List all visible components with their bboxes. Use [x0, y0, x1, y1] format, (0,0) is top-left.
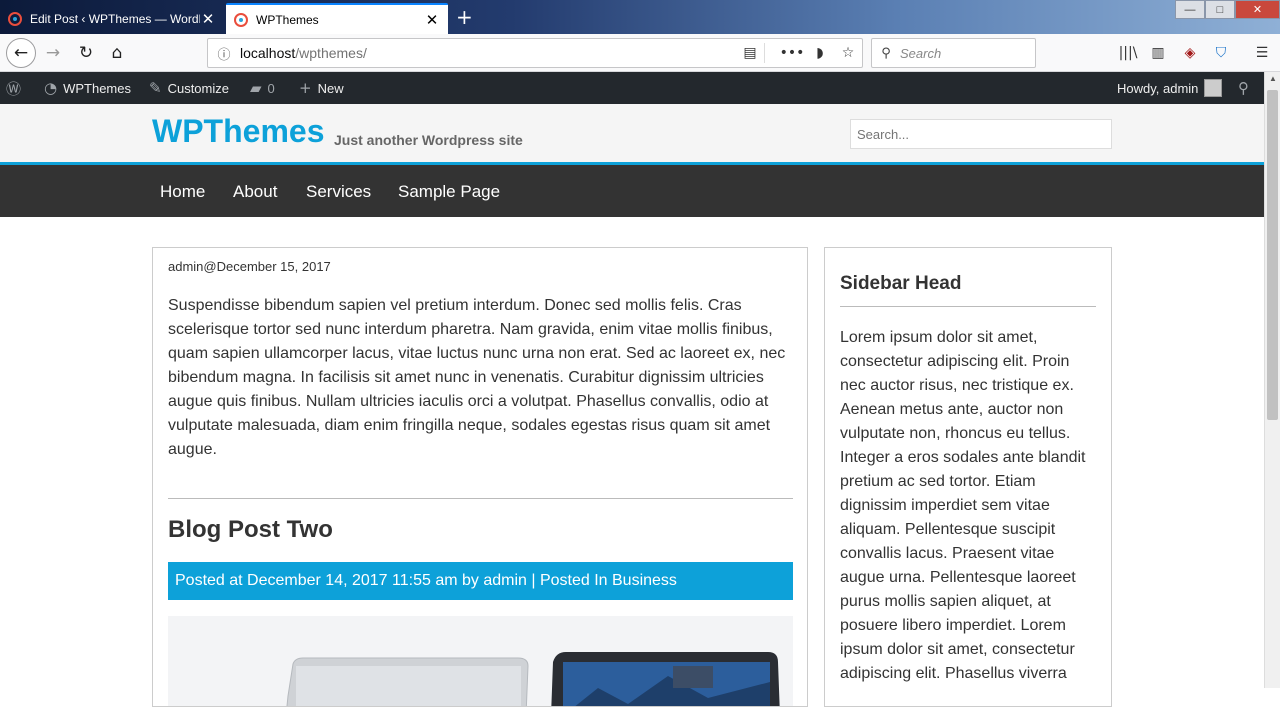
wordpress-logo-icon: Ⓦ: [6, 79, 22, 98]
tab-close-icon[interactable]: ✕: [200, 10, 216, 28]
main-content: admin@December 15, 2017 Suspendisse bibe…: [152, 247, 808, 707]
admin-site-name: WPThemes: [63, 80, 131, 96]
dashboard-icon: ◔: [44, 79, 58, 97]
page-actions-icon[interactable]: •••: [778, 45, 806, 61]
scroll-up-arrow-icon[interactable]: ▲: [1265, 74, 1280, 83]
customize-label: Customize: [167, 80, 229, 96]
new-content-link[interactable]: + New: [299, 72, 344, 104]
window-controls: — □ ✕: [1175, 0, 1280, 20]
nav-item-sample-page[interactable]: Sample Page: [398, 165, 500, 217]
comment-icon: ▰: [250, 79, 262, 97]
admin-search-button[interactable]: ⚲: [1238, 72, 1249, 104]
sidebar-heading: Sidebar Head: [840, 273, 962, 294]
back-button[interactable]: ←: [6, 38, 36, 68]
reload-button[interactable]: ↻: [71, 38, 101, 68]
search-placeholder: Search: [900, 45, 942, 61]
hamburger-menu-icon[interactable]: ☰: [1248, 38, 1276, 68]
search-icon: ⚲: [881, 45, 891, 61]
sidebar: Sidebar Head Lorem ipsum dolor sit amet,…: [824, 247, 1112, 707]
browser-search-box[interactable]: ⚲ Search: [871, 38, 1036, 68]
browser-titlebar: Edit Post ‹ WPThemes — WordPress ✕ WPThe…: [0, 0, 1280, 34]
site-search-input[interactable]: [850, 119, 1112, 149]
new-tab-icon[interactable]: +: [456, 5, 473, 29]
search-icon: ⚲: [1238, 79, 1249, 97]
site-tagline: Just another Wordpress site: [334, 132, 523, 148]
site-title[interactable]: WPThemes: [152, 113, 324, 150]
comments-link[interactable]: ▰ 0: [250, 72, 275, 104]
site-header: WPThemes Just another Wordpress site: [0, 104, 1264, 162]
pocket-icon[interactable]: ◗: [806, 45, 834, 61]
url-text[interactable]: localhost/wpthemes/: [240, 45, 736, 61]
ublock-icon[interactable]: ◈: [1176, 38, 1204, 68]
sidebar-text: Lorem ipsum dolor sit amet, consectetur …: [840, 329, 1086, 682]
url-host: localhost: [240, 45, 296, 61]
tab-wpthemes[interactable]: WPThemes ✕: [226, 3, 448, 34]
post-divider: [168, 498, 793, 499]
brush-icon: ✎: [149, 79, 162, 97]
minimize-button[interactable]: —: [1175, 0, 1205, 19]
howdy-label: Howdy, admin: [1117, 80, 1199, 96]
window-close-button[interactable]: ✕: [1235, 0, 1280, 19]
comments-count: 0: [267, 80, 275, 96]
home-button[interactable]: ⌂: [102, 38, 132, 68]
main-navigation: Home About Services Sample Page: [0, 165, 1264, 217]
bookmark-star-icon[interactable]: ☆: [834, 45, 862, 61]
maximize-button[interactable]: □: [1205, 0, 1235, 19]
sidebar-toggle-icon[interactable]: ▥: [1144, 38, 1172, 68]
laptops-image: [168, 616, 793, 706]
admin-site-link[interactable]: ◔ WPThemes: [44, 72, 131, 104]
plus-icon: +: [299, 79, 312, 97]
page-scrollbar[interactable]: ▲: [1264, 72, 1280, 688]
wp-admin-bar: Ⓦ ◔ WPThemes ✎ Customize ▰ 0 + New Howdy, ad…: [0, 72, 1264, 104]
sidebar-divider: [840, 306, 1096, 307]
customize-link[interactable]: ✎ Customize: [149, 72, 229, 104]
avatar: [1204, 79, 1223, 97]
reader-view-icon[interactable]: ▤: [736, 45, 764, 61]
library-icon[interactable]: |||\: [1114, 38, 1142, 68]
post-title[interactable]: Blog Post Two: [168, 516, 333, 544]
wordpress-favicon-icon: [8, 11, 22, 26]
post-featured-image[interactable]: [168, 616, 793, 706]
wp-logo-button[interactable]: Ⓦ: [6, 72, 21, 104]
account-menu[interactable]: Howdy, admin: [1117, 72, 1223, 104]
post-meta: admin@December 15, 2017: [168, 259, 331, 274]
url-path: /wpthemes/: [295, 45, 367, 61]
site-info-icon[interactable]: ⓘ: [208, 44, 240, 63]
privacy-shield-icon[interactable]: ⛉: [1207, 38, 1235, 68]
tab-label: WPThemes: [256, 12, 319, 27]
nav-item-services[interactable]: Services: [306, 165, 371, 217]
scrollbar-thumb[interactable]: [1267, 90, 1278, 420]
tab-close-icon[interactable]: ✕: [424, 11, 440, 29]
browser-toolbar: ← → ↻ ⌂ ⓘ localhost/wpthemes/ ▤ ••• ◗ ☆ …: [0, 34, 1280, 72]
tab-edit-post[interactable]: Edit Post ‹ WPThemes — WordPress ✕: [0, 3, 224, 34]
tab-label: Edit Post ‹ WPThemes — WordPress: [30, 11, 200, 26]
nav-item-about[interactable]: About: [233, 165, 277, 217]
forward-button[interactable]: →: [38, 38, 68, 68]
address-bar[interactable]: ⓘ localhost/wpthemes/ ▤ ••• ◗ ☆: [207, 38, 863, 68]
post-meta-bar: Posted at December 14, 2017 11:55 am by …: [168, 562, 793, 600]
wordpress-favicon-icon: [234, 12, 248, 27]
nav-item-home[interactable]: Home: [160, 165, 205, 217]
new-label: New: [317, 80, 344, 96]
post-body: Suspendisse bibendum sapien vel pretium …: [168, 297, 786, 458]
